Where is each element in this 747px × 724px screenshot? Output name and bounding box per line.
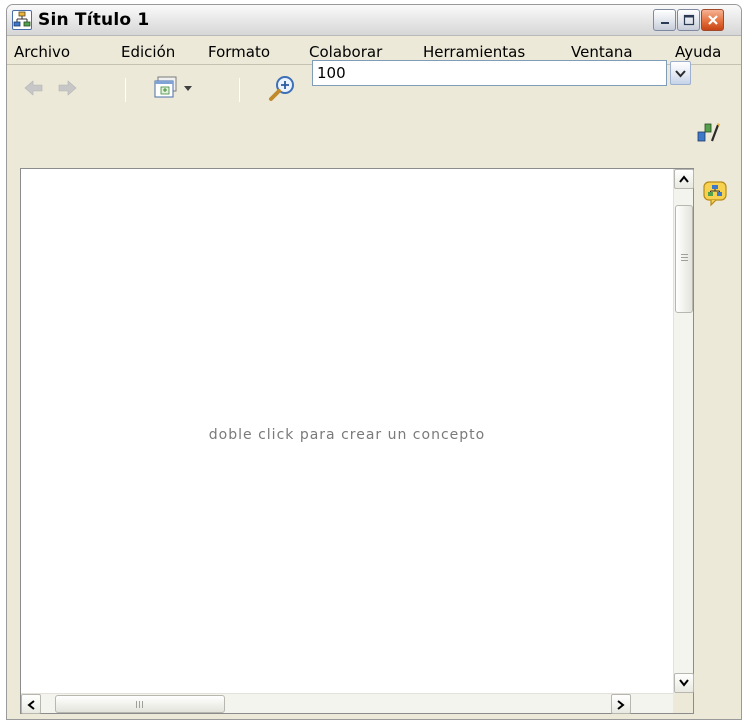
scroll-right-button[interactable] — [611, 694, 631, 714]
canvas-hint: doble click para crear un concepto — [208, 427, 486, 443]
concept-map-canvas[interactable]: doble click para crear un concepto — [21, 169, 673, 693]
horizontal-scrollbar[interactable] — [21, 693, 673, 714]
menu-herramientas[interactable]: Herramientas — [423, 43, 525, 61]
chevron-right-icon — [617, 700, 625, 710]
menu-ayuda[interactable]: Ayuda — [675, 43, 721, 61]
close-icon — [707, 15, 718, 25]
canvas-frame: doble click para crear un concepto — [20, 168, 694, 714]
title-bar[interactable]: Sin Título 1 — [7, 5, 741, 36]
chevron-up-icon — [679, 175, 689, 183]
forward-arrow-icon — [58, 80, 77, 96]
zoom-button[interactable] — [268, 74, 298, 106]
scroll-corner — [673, 693, 693, 713]
zoom-level-input[interactable] — [312, 60, 667, 86]
zoom-in-icon — [269, 76, 294, 101]
vertical-scrollbar[interactable] — [673, 169, 694, 693]
scroll-up-button[interactable] — [674, 169, 694, 189]
app-icon — [12, 10, 32, 30]
back-arrow-icon — [24, 80, 43, 96]
menu-archivo[interactable]: Archivo — [14, 43, 70, 61]
view-options-button[interactable] — [152, 75, 196, 105]
scroll-left-button[interactable] — [21, 694, 41, 714]
scroll-down-button[interactable] — [674, 673, 694, 693]
grip-icon — [136, 701, 145, 708]
back-button[interactable] — [24, 79, 44, 101]
menu-formato[interactable]: Formato — [208, 43, 270, 61]
minimize-button[interactable] — [653, 9, 676, 31]
toolbar-separator — [239, 78, 240, 102]
horizontal-scroll-thumb[interactable] — [55, 695, 225, 713]
style-palette-icon — [697, 123, 720, 142]
style-palette-button[interactable] — [696, 119, 722, 149]
close-button[interactable] — [701, 9, 724, 31]
menu-edicion[interactable]: Edición — [121, 43, 175, 61]
vertical-scroll-thumb[interactable] — [675, 205, 693, 313]
toolbar-separator — [125, 78, 126, 102]
menu-colaborar[interactable]: Colaborar — [309, 43, 382, 61]
maximize-icon — [683, 14, 694, 26]
chevron-down-icon — [675, 70, 686, 78]
window-title: Sin Título 1 — [38, 10, 150, 30]
forward-button[interactable] — [57, 79, 77, 101]
maximize-button[interactable] — [677, 9, 700, 31]
view-options-icon — [154, 76, 192, 98]
chevron-left-icon — [27, 700, 35, 710]
concept-map-button[interactable] — [701, 179, 729, 211]
grip-icon — [681, 254, 688, 263]
zoom-dropdown-button[interactable] — [670, 61, 691, 85]
menu-ventana[interactable]: Ventana — [571, 43, 633, 61]
chevron-down-icon — [679, 679, 689, 687]
app-window: Sin Título 1 Archivo Edición Formato Col… — [6, 4, 742, 720]
minimize-icon — [660, 22, 669, 24]
concept-map-icon — [703, 181, 727, 207]
